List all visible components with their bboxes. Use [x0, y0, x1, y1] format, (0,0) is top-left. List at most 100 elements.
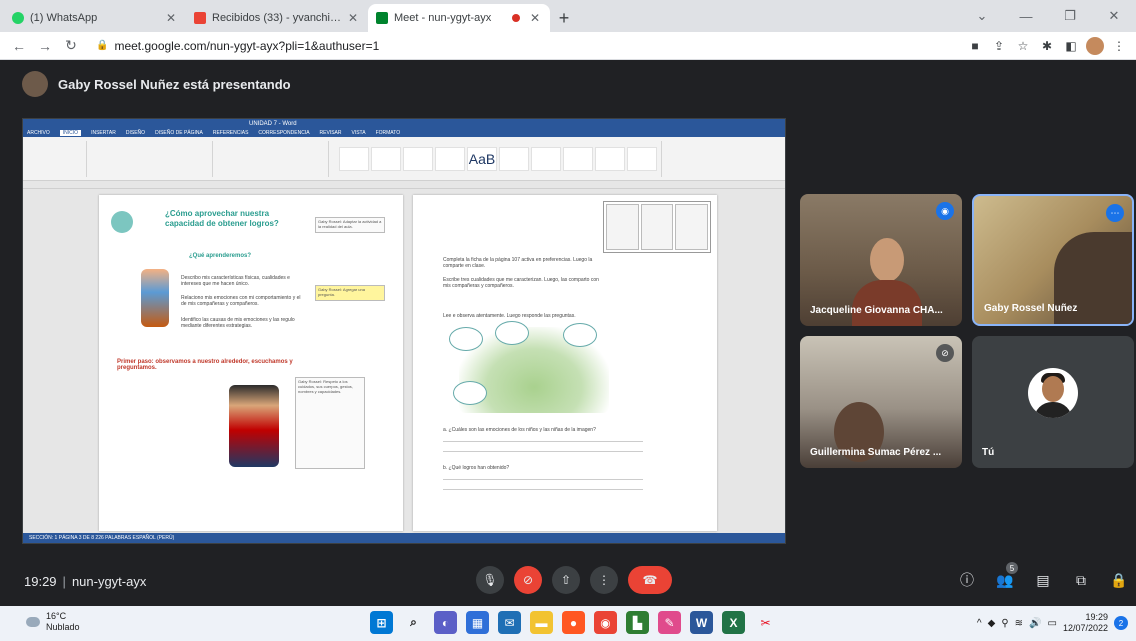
unit-badge: [111, 211, 133, 233]
browser-tab-strip: (1) WhatsApp ✕ Recibidos (33) - yvanchin…: [0, 0, 1136, 32]
avatar-head: [1042, 376, 1064, 402]
close-icon[interactable]: ✕: [164, 11, 178, 25]
ribbon-tab: DISEÑO DE PÁGINA: [155, 130, 203, 136]
clock[interactable]: 19:29 12/07/2022: [1063, 612, 1108, 635]
chrome-icon[interactable]: ◉: [594, 611, 617, 634]
app-icon[interactable]: ▙: [626, 611, 649, 634]
restore-icon[interactable]: ❐: [1048, 0, 1092, 32]
info-icon[interactable]: ⓘ: [956, 568, 978, 592]
recording-icon: [512, 14, 520, 22]
style-swatch: [403, 146, 433, 171]
question-a: a. ¿Cuáles son las emociones de los niño…: [443, 427, 596, 433]
call-controls: 🎙 ⊘ ⇧ ⋮ ☎: [476, 566, 672, 594]
office-icon[interactable]: ●: [562, 611, 585, 634]
activity-item: Escribe tres cualidades que me caracteri…: [443, 277, 603, 290]
word-status-bar: SECCIÓN: 1 PÁGINA 3 DE 8 226 PALABRAS ES…: [23, 533, 785, 543]
people-icon[interactable]: 👥 5: [994, 562, 1018, 592]
minimize-icon[interactable]: —: [1004, 0, 1048, 32]
start-icon[interactable]: ⊞: [370, 611, 393, 634]
menu-icon[interactable]: ⋮: [1110, 37, 1128, 55]
participant-tile[interactable]: ◉ Jacqueline Giovanna CHA...: [800, 194, 962, 326]
forward-icon[interactable]: →: [34, 35, 56, 57]
close-icon[interactable]: ✕: [528, 11, 542, 25]
activity-text: Completa la ficha de la página 107 activ…: [443, 257, 593, 270]
reload-icon[interactable]: ↻: [60, 35, 82, 57]
more-options-button[interactable]: ⋮: [590, 566, 618, 594]
shared-screen[interactable]: UNIDAD 7 - Word ARCHIVO INICIO INSERTAR …: [22, 118, 786, 544]
sidebar-icon[interactable]: ◧: [1062, 37, 1080, 55]
mail-icon[interactable]: ✉: [498, 611, 521, 634]
activity-text: Escribe tres cualidades que me caracteri…: [443, 277, 599, 290]
chevron-down-icon[interactable]: ⌄: [960, 0, 1004, 32]
activities-icon[interactable]: ⧉: [1070, 568, 1092, 592]
tab-meet[interactable]: Meet - nun-ygyt-ayx ✕: [368, 4, 550, 32]
style-swatch: AaB: [467, 146, 497, 171]
document-canvas: ¿Cómo aprovechar nuestra capacidad de ob…: [23, 189, 785, 535]
mic-off-icon: ⊘: [936, 344, 954, 362]
search-icon[interactable]: ⌕: [402, 611, 425, 634]
participant-video: [870, 238, 904, 282]
self-avatar: [1028, 368, 1078, 418]
notification-badge[interactable]: 2: [1114, 616, 1128, 631]
comment-box: Gaby Rossel: Respeto a los cuidados, sus…: [295, 377, 365, 469]
question-b: b. ¿Qué logros han obtenido?: [443, 465, 510, 471]
usb-icon[interactable]: ⚲: [1001, 618, 1008, 629]
tab-whatsapp[interactable]: (1) WhatsApp ✕: [4, 4, 186, 32]
battery-icon[interactable]: ▭: [1048, 618, 1057, 629]
end-call-button[interactable]: ☎: [628, 566, 672, 594]
weather-text: 16°C Nublado: [46, 611, 80, 633]
snipping-icon[interactable]: ✂: [754, 611, 777, 634]
widgets-icon[interactable]: ▦: [466, 611, 489, 634]
participant-count-badge: 5: [1006, 562, 1018, 574]
meet-icon: [376, 12, 388, 24]
ribbon-tab: VISTA: [351, 130, 366, 136]
participant-name: Tú: [982, 447, 995, 458]
self-tile[interactable]: Tú: [972, 336, 1134, 468]
meeting-info: 19:29 | nun-ygyt-ayx: [24, 574, 146, 589]
url-input[interactable]: 🔒 meet.google.com/nun-ygyt-ayx?pli=1&aut…: [86, 35, 966, 57]
microphone-button[interactable]: 🎙: [476, 566, 504, 594]
close-window-icon[interactable]: ✕: [1092, 0, 1136, 32]
camera-icon[interactable]: ■: [966, 37, 984, 55]
star-icon[interactable]: ☆: [1014, 37, 1032, 55]
profile-avatar[interactable]: [1086, 36, 1104, 55]
more-options-icon[interactable]: ⋯: [1106, 204, 1124, 222]
share-icon[interactable]: ⇪: [990, 37, 1008, 55]
chat-icon[interactable]: ▤: [1032, 568, 1054, 592]
paint-icon[interactable]: ✎: [658, 611, 681, 634]
present-button[interactable]: ⇧: [552, 566, 580, 594]
learning-item: Identifico las causas de mis emociones y…: [181, 317, 307, 330]
tab-gmail[interactable]: Recibidos (33) - yvanchini@gmail ✕: [186, 4, 368, 32]
meet-stage: Gaby Rossel Nuñez está presentando UNIDA…: [0, 60, 1136, 606]
style-swatch: [499, 146, 529, 171]
word-ribbon-tabs: ARCHIVO INICIO INSERTAR DISEÑO DISEÑO DE…: [23, 129, 785, 137]
new-tab-button[interactable]: +: [550, 4, 578, 32]
chevron-up-icon[interactable]: ^: [977, 618, 982, 629]
file-explorer-icon[interactable]: ▬: [530, 611, 553, 634]
tray-app-icon[interactable]: ◆: [988, 618, 996, 629]
extensions-icon[interactable]: ✱: [1038, 37, 1056, 55]
back-icon[interactable]: ←: [8, 35, 30, 57]
participant-tile[interactable]: ⋯ Gaby Rossel Nuñez: [972, 194, 1134, 326]
paragraph-group: [219, 140, 329, 177]
camera-off-button[interactable]: ⊘: [514, 566, 542, 594]
participant-name: Gaby Rossel Nuñez: [984, 303, 1078, 314]
weather-widget[interactable]: 16°C Nublado: [26, 611, 80, 633]
host-controls-icon[interactable]: 🔒: [1108, 568, 1130, 592]
window-controls: ⌄ — ❐ ✕: [960, 0, 1136, 32]
browser-toolbar: ■ ⇪ ☆ ✱ ◧ ⋮: [966, 36, 1128, 55]
temperature: 16°C: [46, 611, 67, 621]
participant-tile[interactable]: ⊘ Guillermina Sumac Pérez ...: [800, 336, 962, 468]
wifi-icon[interactable]: ≋: [1015, 618, 1023, 629]
comment-box: Gaby Rossel: Agregar una pregunta.: [315, 285, 385, 301]
close-icon[interactable]: ✕: [346, 11, 360, 25]
answer-line: [443, 479, 643, 480]
teams-icon[interactable]: ◐: [434, 611, 457, 634]
excel-icon[interactable]: X: [722, 611, 745, 634]
speech-balloon: [453, 381, 487, 405]
word-icon[interactable]: W: [690, 611, 713, 634]
lock-icon[interactable]: 🔒: [96, 40, 108, 51]
cloud-icon: [26, 616, 40, 627]
volume-icon[interactable]: 🔊: [1029, 618, 1041, 629]
style-swatch: [595, 146, 625, 171]
